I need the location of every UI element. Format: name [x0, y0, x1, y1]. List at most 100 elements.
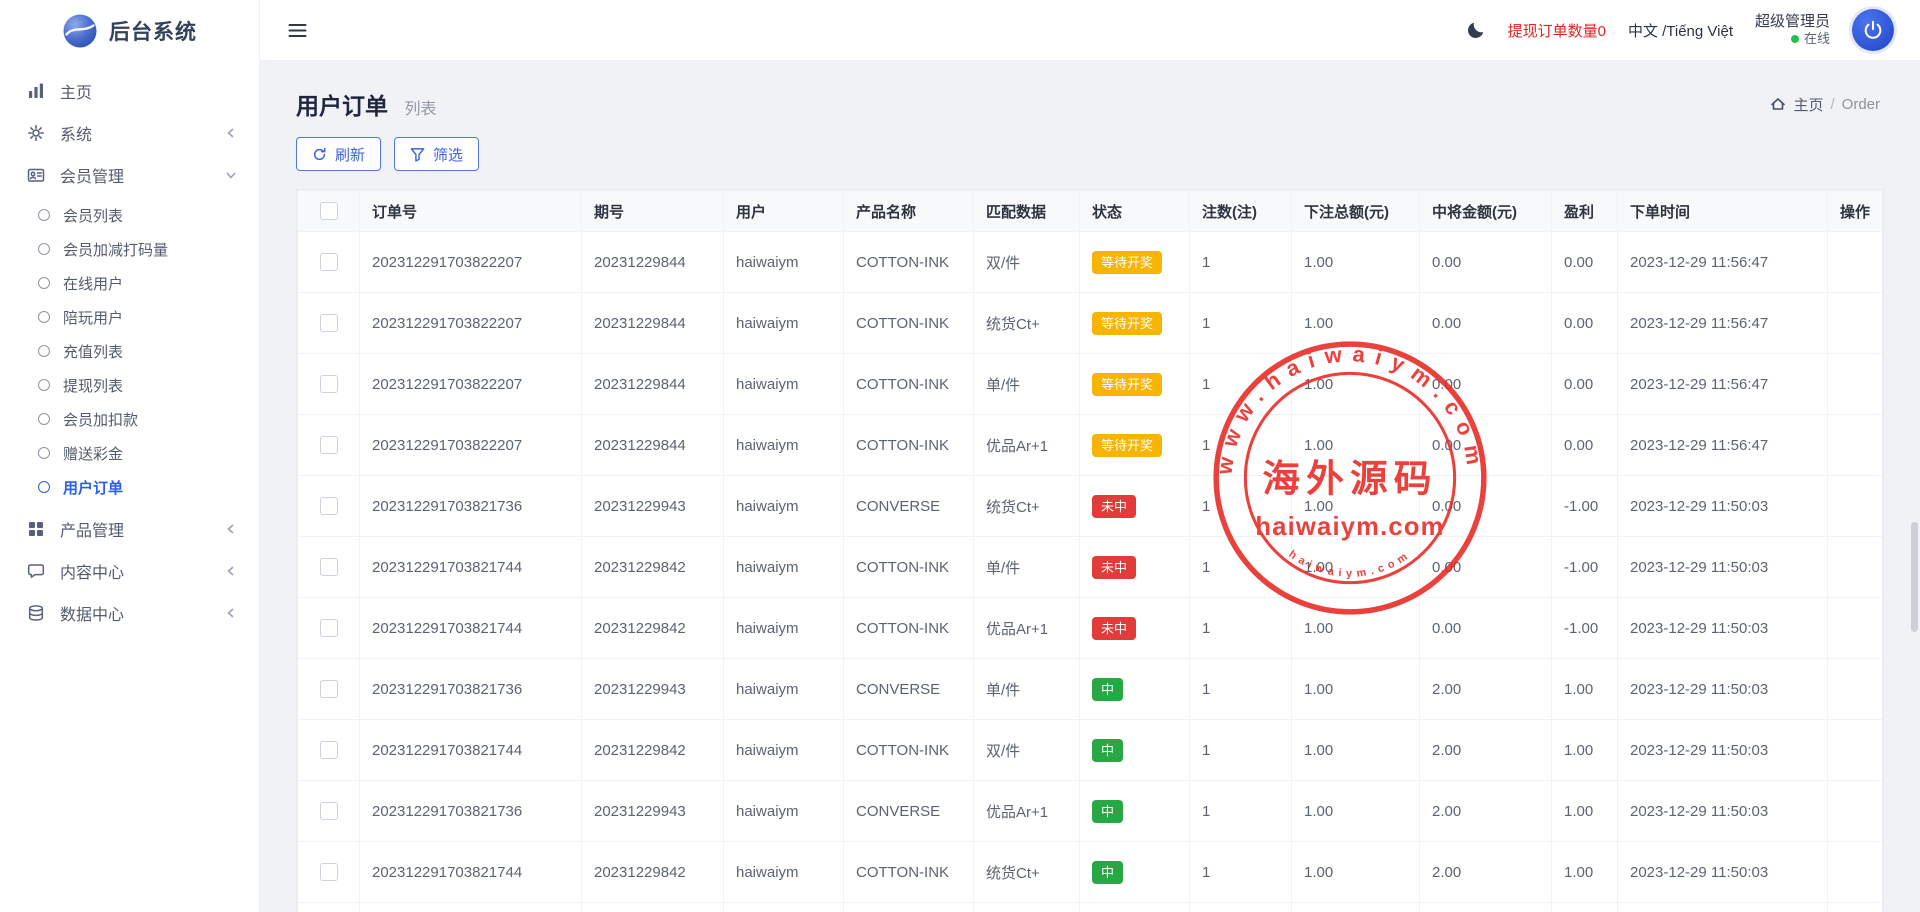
- cell-bet-count: 1: [1190, 293, 1292, 354]
- cell-match-data: 统货Ct+: [974, 476, 1080, 537]
- cell-profit: -1.00: [1552, 903, 1618, 912]
- members-icon: [27, 166, 47, 184]
- row-checkbox[interactable]: [320, 497, 338, 515]
- breadcrumb-separator: /: [1830, 96, 1834, 113]
- cell-actions: [1828, 842, 1883, 903]
- content: 用户订单 列表 主页 / Order 刷新 筛选: [260, 61, 1920, 912]
- sidebar-item-content-center[interactable]: 内容中心: [0, 550, 259, 592]
- cell-user: haiwaiym: [724, 659, 844, 720]
- home-icon: [1770, 96, 1786, 112]
- row-checkbox[interactable]: [320, 680, 338, 698]
- chevron-left-icon: [225, 127, 237, 139]
- circle-icon: [38, 345, 50, 357]
- scrollbar-thumb[interactable]: [1911, 522, 1918, 632]
- chat-icon: [27, 562, 47, 580]
- filter-button[interactable]: 筛选: [394, 137, 479, 171]
- menu-toggle-button[interactable]: [284, 19, 311, 42]
- sidebar-item-label: 系统: [60, 121, 225, 145]
- user-avatar[interactable]: [1852, 9, 1894, 51]
- breadcrumb-home[interactable]: 主页: [1793, 94, 1823, 115]
- cell-actions: [1828, 415, 1883, 476]
- refresh-button[interactable]: 刷新: [296, 137, 381, 171]
- row-checkbox[interactable]: [320, 558, 338, 576]
- sidebar-item-data-center[interactable]: 数据中心: [0, 592, 259, 634]
- row-checkbox[interactable]: [320, 314, 338, 332]
- cell-bet-total: 1.00: [1292, 415, 1420, 476]
- row-checkbox[interactable]: [320, 741, 338, 759]
- cell-prize-amount: 2.00: [1420, 842, 1552, 903]
- sidebar-subitem-label: 在线用户: [63, 273, 123, 294]
- sidebar-item-system[interactable]: 系统: [0, 112, 259, 154]
- cell-order-time: 2023-12-29 11:50:03: [1618, 842, 1828, 903]
- sidebar-item-home[interactable]: 主页: [0, 70, 259, 112]
- cell-actions: [1828, 232, 1883, 293]
- cell-actions: [1828, 537, 1883, 598]
- row-checkbox[interactable]: [320, 863, 338, 881]
- cell-profit: 1.00: [1552, 659, 1618, 720]
- cell-actions: [1828, 354, 1883, 415]
- cell-status: 中: [1080, 842, 1190, 903]
- cell-bet-total: 1.00: [1292, 720, 1420, 781]
- row-checkbox[interactable]: [320, 802, 338, 820]
- user-info[interactable]: 超级管理员 在线: [1755, 13, 1830, 48]
- cell-order-no: 202312291703822207: [360, 354, 582, 415]
- row-checkbox[interactable]: [320, 619, 338, 637]
- cell-profit: 1.00: [1552, 781, 1618, 842]
- cell-order-no: 202312291703821736: [360, 659, 582, 720]
- sidebar-subitem-6[interactable]: 会员加扣款: [0, 402, 259, 436]
- cell-period-no: 20231229842: [582, 720, 724, 781]
- cell-period-no: 20231229842: [582, 537, 724, 598]
- sidebar-subitem-2[interactable]: 在线用户: [0, 266, 259, 300]
- refresh-icon: [312, 147, 327, 162]
- cell-status: 未中: [1080, 476, 1190, 537]
- sidebar-subitem-0[interactable]: 会员列表: [0, 198, 259, 232]
- cell-bet-count: 1: [1190, 476, 1292, 537]
- column-header: 用户: [724, 191, 844, 232]
- cell-actions: [1828, 781, 1883, 842]
- chevron-down-icon: [225, 169, 237, 181]
- cell-prize-amount: 0.00: [1420, 476, 1552, 537]
- circle-icon: [38, 413, 50, 425]
- row-checkbox[interactable]: [320, 436, 338, 454]
- sidebar-item-products[interactable]: 产品管理: [0, 508, 259, 550]
- cell-bet-total: 1.00: [1292, 293, 1420, 354]
- cell-order-no: 202312291703822207: [360, 232, 582, 293]
- table-row: 202312291703821736 20231229943 haiwaiym …: [298, 781, 1883, 842]
- row-checkbox[interactable]: [320, 253, 338, 271]
- sidebar-subitem-7[interactable]: 赠送彩金: [0, 436, 259, 470]
- cell-status: 未中: [1080, 598, 1190, 659]
- sidebar-subitem-3[interactable]: 陪玩用户: [0, 300, 259, 334]
- orders-table: 订单号期号用户产品名称匹配数据状态注数(注)下注总额(元)中将金额(元)盈利下单…: [296, 189, 1884, 912]
- cell-order-no: 202312291703821736: [360, 781, 582, 842]
- language-switch[interactable]: 中文 /Tiếng Việt: [1628, 20, 1733, 41]
- sidebar-subitem-5[interactable]: 提现列表: [0, 368, 259, 402]
- chevron-left-icon: [225, 565, 237, 577]
- sidebar-item-members[interactable]: 会员管理: [0, 154, 259, 196]
- cell-profit: -1.00: [1552, 598, 1618, 659]
- sidebar-menu: 主页 系统 会员管理 会员列: [0, 62, 259, 634]
- gear-icon: [27, 124, 47, 142]
- table-header-row: 订单号期号用户产品名称匹配数据状态注数(注)下注总额(元)中将金额(元)盈利下单…: [298, 191, 1883, 232]
- sidebar-subitem-4[interactable]: 充值列表: [0, 334, 259, 368]
- column-header: 订单号: [360, 191, 582, 232]
- cell-period-no: 20231229844: [582, 354, 724, 415]
- app-shell: 后台系统 主页 系统 会: [0, 0, 1920, 912]
- cell-bet-total: 1.00: [1292, 537, 1420, 598]
- status-badge: 等待开奖: [1092, 434, 1162, 457]
- cell-bet-count: 1: [1190, 842, 1292, 903]
- dark-mode-toggle[interactable]: [1465, 20, 1486, 41]
- row-checkbox[interactable]: [320, 375, 338, 393]
- sidebar-subitem-8[interactable]: 用户订单: [0, 470, 259, 504]
- sidebar-subitem-label: 充值列表: [63, 341, 123, 362]
- status-badge: 等待开奖: [1092, 373, 1162, 396]
- cell-profit: 0.00: [1552, 293, 1618, 354]
- brand[interactable]: 后台系统: [0, 0, 259, 62]
- cell-period-no: 20231229943: [582, 476, 724, 537]
- select-all-checkbox[interactable]: [320, 202, 338, 220]
- column-header: 期号: [582, 191, 724, 232]
- sidebar: 后台系统 主页 系统 会: [0, 0, 260, 912]
- cell-bet-count: 1: [1190, 354, 1292, 415]
- cell-actions: [1828, 293, 1883, 354]
- sidebar-subitem-1[interactable]: 会员加减打码量: [0, 232, 259, 266]
- withdraw-orders-notice[interactable]: 提现订单数量0: [1508, 20, 1606, 41]
